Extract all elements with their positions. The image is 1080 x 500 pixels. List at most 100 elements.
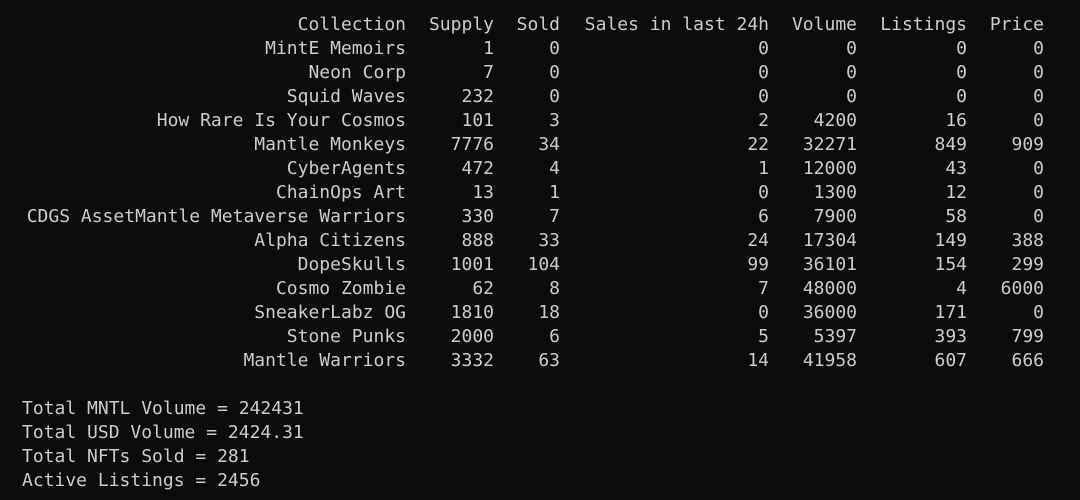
cell-listings: 607 [934, 350, 967, 371]
cell-price: 299 [1011, 254, 1044, 275]
cell-price: 0 [1033, 158, 1044, 179]
cell-collection: SneakerLabz OG [254, 302, 406, 323]
cell-volume: 48000 [802, 278, 857, 299]
cell-listings: 171 [934, 302, 967, 323]
cell-sales-24h: 22 [747, 134, 769, 155]
cell-supply: 232 [461, 86, 494, 107]
cell-listings: 849 [934, 134, 967, 155]
cell-sales-24h: 99 [747, 254, 769, 275]
cell-supply: 888 [461, 230, 494, 251]
cell-sold: 0 [549, 86, 560, 107]
cell-price: 666 [1011, 350, 1044, 371]
cell-supply: 1810 [450, 302, 494, 323]
cell-volume: 0 [846, 86, 857, 107]
cell-supply: 7776 [450, 134, 494, 155]
cell-sales-24h: 0 [758, 86, 769, 107]
cell-supply: 472 [461, 158, 494, 179]
cell-price: 0 [1033, 302, 1044, 323]
cell-listings: 149 [934, 230, 967, 251]
cell-price: 0 [1033, 38, 1044, 59]
cell-sold: 8 [549, 278, 560, 299]
cell-collection: ChainOps Art [275, 182, 406, 203]
cell-price: 0 [1033, 62, 1044, 83]
cell-volume: 32271 [802, 134, 857, 155]
table-row: Mantle Warriors 3332 63 14 41958 607 666 [0, 349, 1080, 373]
summary-active-listings: Active Listings = 2456 [22, 470, 261, 491]
cell-collection: CyberAgents [286, 158, 406, 179]
header-sales-24h: Sales in last 24h [584, 14, 769, 35]
cell-supply: 62 [472, 278, 494, 299]
cell-volume: 17304 [802, 230, 857, 251]
cell-supply: 7 [483, 62, 494, 83]
cell-supply: 330 [461, 206, 494, 227]
cell-collection: CDGS AssetMantle Metaverse Warriors [26, 206, 406, 227]
cell-sales-24h: 0 [758, 182, 769, 203]
cell-sales-24h: 24 [747, 230, 769, 251]
cell-sales-24h: 0 [758, 302, 769, 323]
cell-sold: 33 [538, 230, 560, 251]
cell-supply: 13 [472, 182, 494, 203]
cell-sold: 104 [527, 254, 560, 275]
table-row: ChainOps Art 13 1 0 1300 12 0 [0, 181, 1080, 205]
cell-sold: 63 [538, 350, 560, 371]
header-price: Price [989, 14, 1044, 35]
cell-price: 0 [1033, 110, 1044, 131]
cell-collection: DopeSkulls [297, 254, 406, 275]
header-collection: Collection [297, 14, 406, 35]
header-volume: Volume [791, 14, 857, 35]
cell-supply: 2000 [450, 326, 494, 347]
cell-price: 6000 [1000, 278, 1044, 299]
cell-price: 0 [1033, 86, 1044, 107]
cell-sales-24h: 0 [758, 62, 769, 83]
cell-listings: 43 [945, 158, 967, 179]
cell-sold: 7 [549, 206, 560, 227]
cell-collection: MintE Memoirs [265, 38, 406, 59]
table-row: DopeSkulls 1001 104 99 36101 154 299 [0, 253, 1080, 277]
cell-volume: 0 [846, 38, 857, 59]
cell-sold: 6 [549, 326, 560, 347]
cell-price: 909 [1011, 134, 1044, 155]
cell-listings: 154 [934, 254, 967, 275]
table-row: How Rare Is Your Cosmos 101 3 2 4200 16 0 [0, 109, 1080, 133]
table-row: Alpha Citizens 888 33 24 17304 149 388 [0, 229, 1080, 253]
cell-sold: 34 [538, 134, 560, 155]
cell-sold: 0 [549, 38, 560, 59]
cell-supply: 101 [461, 110, 494, 131]
cell-sold: 1 [549, 182, 560, 203]
table-row: Cosmo Zombie 62 8 7 48000 4 6000 [0, 277, 1080, 301]
cell-sales-24h: 5 [758, 326, 769, 347]
cell-collection: Mantle Monkeys [254, 134, 406, 155]
cell-listings: 0 [956, 38, 967, 59]
cell-price: 0 [1033, 182, 1044, 203]
cell-volume: 41958 [802, 350, 857, 371]
header-listings: Listings [880, 14, 967, 35]
table-row: Mantle Monkeys 7776 34 22 32271 849 909 [0, 133, 1080, 157]
cell-listings: 0 [956, 86, 967, 107]
cell-listings: 58 [945, 206, 967, 227]
cell-volume: 0 [846, 62, 857, 83]
cell-collection: Mantle Warriors [243, 350, 406, 371]
cell-listings: 4 [956, 278, 967, 299]
cell-sold: 4 [549, 158, 560, 179]
table-row: CyberAgents 472 4 1 12000 43 0 [0, 157, 1080, 181]
cell-listings: 16 [945, 110, 967, 131]
cell-collection: Stone Punks [286, 326, 406, 347]
cell-volume: 36101 [802, 254, 857, 275]
table-row: SneakerLabz OG 1810 18 0 36000 171 0 [0, 301, 1080, 325]
table-header: Collection Supply Sold Sales in last 24h… [0, 13, 1080, 37]
cell-collection: Neon Corp [308, 62, 406, 83]
cell-supply: 1001 [450, 254, 494, 275]
cell-sales-24h: 6 [758, 206, 769, 227]
cell-collection: Alpha Citizens [254, 230, 406, 251]
table-row: Neon Corp 7 0 0 0 0 0 [0, 61, 1080, 85]
summary-nfts-sold: Total NFTs Sold = 281 [22, 446, 250, 467]
header-sold: Sold [516, 14, 560, 35]
cell-sold: 0 [549, 62, 560, 83]
summary-usd-volume: Total USD Volume = 2424.31 [22, 422, 304, 443]
cell-collection: Cosmo Zombie [275, 278, 406, 299]
cell-sales-24h: 7 [758, 278, 769, 299]
cell-sales-24h: 14 [747, 350, 769, 371]
cell-listings: 12 [945, 182, 967, 203]
table-row: Squid Waves 232 0 0 0 0 0 [0, 85, 1080, 109]
cell-price: 799 [1011, 326, 1044, 347]
